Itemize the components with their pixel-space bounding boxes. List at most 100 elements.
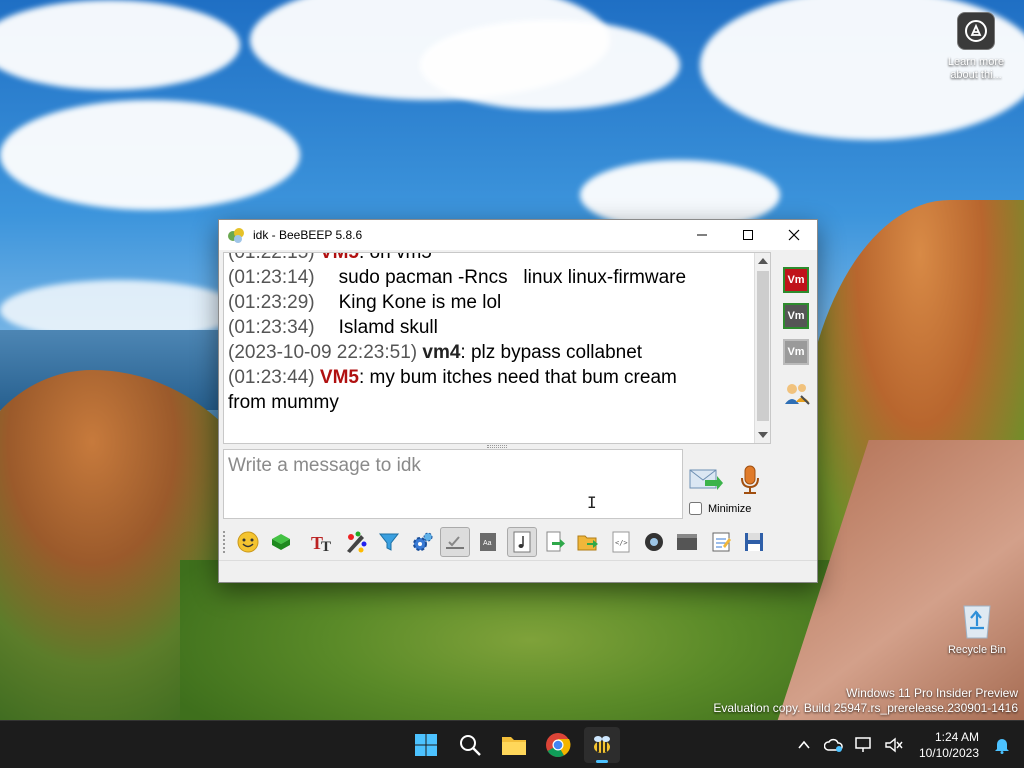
font-color-button[interactable] [341, 527, 371, 557]
settings-button[interactable] [407, 527, 437, 557]
user-avatar-label: Vm [787, 346, 805, 358]
save-disk-icon [744, 533, 763, 551]
minimize-checkbox[interactable] [689, 502, 702, 515]
toolbar-grip[interactable] [223, 531, 227, 553]
gear-icon [412, 532, 433, 551]
dictionary-button[interactable]: Aa [473, 527, 503, 557]
scroll-up-icon[interactable] [758, 258, 768, 264]
screenshot-button[interactable] [639, 527, 669, 557]
send-message-button[interactable] [689, 466, 723, 494]
message-timestamp: (2023-10-09 22:23:51) [228, 342, 418, 363]
minimize-option[interactable]: Minimize [689, 502, 751, 515]
font-icon: TT [311, 533, 331, 554]
message-sender: VM5 [319, 367, 359, 388]
message-sender: vm4 [422, 342, 461, 363]
show-hidden-icons-button[interactable] [792, 733, 816, 757]
spell-check-button[interactable] [440, 527, 471, 557]
beebeep-chat-window: idk - BeeBEEP 5.8.6 (01:22:15) VM5 : on v… [218, 219, 818, 583]
chat-scrollbar[interactable] [754, 253, 770, 443]
learn-more-desktop-icon[interactable]: Learn more about thi... [944, 12, 1008, 82]
recycle-bin-icon [960, 600, 994, 640]
start-button[interactable] [408, 727, 444, 763]
paint-bucket-icon [272, 534, 291, 550]
emoticons-button[interactable] [233, 527, 263, 557]
formatting-toolbar: TT Aa </> [223, 525, 813, 559]
windows-logo-icon [415, 734, 437, 756]
message-text: from mummy [228, 392, 339, 413]
color-palette-icon [346, 531, 367, 553]
chat-message: (01:23:44) VM5: my bum itches need that … [228, 365, 752, 390]
send-folder-button[interactable] [573, 527, 603, 557]
message-text: : on vm5 [358, 252, 432, 263]
close-icon [788, 229, 800, 241]
voice-message-button[interactable] [738, 464, 762, 496]
beebeep-taskbar-button[interactable] [584, 727, 620, 763]
user-vm-offline-button[interactable]: Vm [783, 339, 809, 365]
system-tray: 1:24 AM 10/10/2023 [789, 721, 1024, 768]
code-icon: </> [612, 531, 630, 553]
chat-message: (01:23:34) Islamd skull [228, 315, 752, 340]
save-chat-button[interactable] [739, 527, 769, 557]
user-vm4-button[interactable]: Vm [783, 303, 809, 329]
scroll-down-icon[interactable] [758, 432, 768, 438]
windows-watermark: Windows 11 Pro Insider Preview Evaluatio… [713, 686, 1018, 716]
font-button[interactable]: TT [307, 527, 337, 557]
recycle-bin-label: Recycle Bin [947, 644, 1007, 656]
chat-transcript[interactable]: (01:22:15) VM5 : on vm5 (01:23:14) sudo pa… [223, 252, 771, 444]
book-icon: Aa [480, 533, 497, 551]
notifications-button[interactable] [990, 733, 1014, 757]
bubble-color-button[interactable] [266, 527, 296, 557]
clock-time: 1:24 AM [934, 730, 979, 744]
recycle-bin-desktop-icon[interactable]: Recycle Bin [942, 600, 1012, 657]
message-timestamp: (01:22:15) [228, 252, 315, 263]
maximize-window-button[interactable] [725, 220, 771, 250]
window-title: idk - BeeBEEP 5.8.6 [253, 228, 363, 242]
search-button[interactable] [452, 727, 488, 763]
sound-button[interactable] [506, 527, 537, 557]
message-timestamp: (01:23:44) [228, 367, 315, 388]
message-timestamp: (01:23:34) [228, 317, 315, 338]
volume-muted-icon [885, 737, 903, 753]
users-panel: Vm Vm Vm [775, 252, 817, 520]
filter-button[interactable] [374, 527, 404, 557]
search-icon [460, 735, 481, 756]
html-code-button[interactable]: </> [606, 527, 636, 557]
chrome-icon [546, 733, 571, 758]
notes-button[interactable] [706, 527, 736, 557]
music-note-icon [513, 531, 530, 553]
chat-message: (01:23:29) King Kone is me lol [228, 290, 752, 315]
minimize-window-button[interactable] [679, 220, 725, 250]
scrollbar-thumb[interactable] [757, 271, 769, 421]
chrome-button[interactable] [540, 727, 576, 763]
filter-funnel-icon [378, 533, 399, 551]
message-timestamp: (01:23:14) [228, 267, 315, 288]
taskbar-clock[interactable]: 1:24 AM 10/10/2023 [919, 729, 979, 761]
cloud-icon [823, 738, 843, 752]
message-input[interactable] [224, 450, 682, 518]
chat-message: (2023-10-09 22:23:51) vm4: plz bypass co… [228, 340, 752, 365]
volume-tray-button[interactable] [882, 733, 906, 757]
user-vm5-button[interactable]: Vm [783, 267, 809, 293]
clock-date: 10/10/2023 [918, 746, 979, 760]
send-file-button[interactable] [540, 527, 570, 557]
message-timestamp: (01:23:29) [228, 292, 315, 313]
microphone-icon [741, 465, 759, 494]
group-users-button[interactable] [783, 380, 811, 408]
close-window-button[interactable] [771, 220, 817, 250]
bell-icon [995, 739, 1009, 754]
onedrive-tray-button[interactable] [822, 733, 846, 757]
splitter-handle[interactable] [487, 445, 507, 448]
file-explorer-button[interactable] [496, 727, 532, 763]
network-tray-button[interactable] [852, 733, 876, 757]
message-text: sudo pacman -Rncs linux linux-firmware [338, 267, 687, 288]
user-avatar-label: Vm [787, 274, 805, 286]
users-group-icon [785, 384, 810, 405]
beebeep-app-icon [227, 226, 245, 244]
terminal-button[interactable] [672, 527, 702, 557]
title-bar[interactable]: idk - BeeBEEP 5.8.6 [219, 220, 817, 250]
chevron-up-icon [798, 740, 810, 749]
minimize-icon [697, 234, 707, 236]
learn-more-icon [957, 12, 995, 50]
send-envelope-icon [689, 469, 723, 490]
bee-icon [594, 736, 610, 753]
